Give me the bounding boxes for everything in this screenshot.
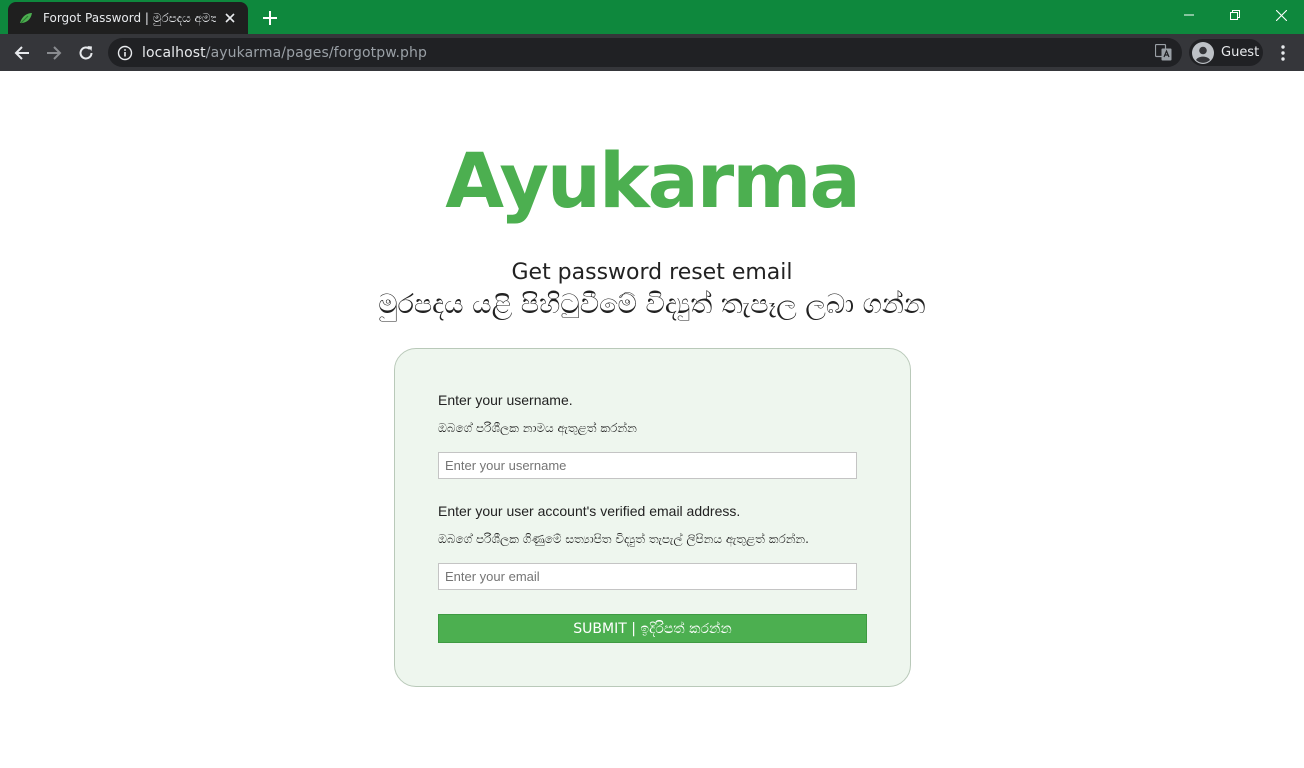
info-icon[interactable]: [108, 45, 142, 61]
username-input[interactable]: [438, 452, 857, 479]
browser-tab[interactable]: Forgot Password | මුරපදය අමතක: [8, 2, 248, 34]
browser-menu-button[interactable]: [1270, 39, 1296, 67]
restore-icon: [1230, 10, 1240, 20]
forgot-password-form: Enter your username. ඔබගේ පරිශීලක නාමය ඇ…: [394, 348, 911, 687]
minimize-button[interactable]: [1166, 0, 1212, 30]
forward-button[interactable]: [40, 39, 68, 67]
browser-toolbar: localhost/ayukarma/pages/forgotpw.php Gu…: [0, 34, 1304, 71]
reload-icon: [79, 46, 93, 60]
close-window-button[interactable]: [1258, 0, 1304, 30]
minimize-icon: [1184, 14, 1194, 16]
profile-label: Guest: [1221, 45, 1260, 60]
page-title-en: Get password reset email: [511, 260, 793, 285]
page-content: Ayukarma Get password reset email මුරපදය…: [0, 71, 1304, 768]
new-tab-button[interactable]: [258, 6, 282, 30]
more-vertical-icon: [1281, 45, 1285, 61]
ayukarma-leaf-icon: [18, 10, 34, 26]
close-tab-icon[interactable]: [222, 10, 238, 26]
email-label-en: Enter your user account's verified email…: [438, 503, 741, 519]
address-bar[interactable]: localhost/ayukarma/pages/forgotpw.php: [108, 38, 1182, 67]
restore-button[interactable]: [1212, 0, 1258, 30]
username-label-en: Enter your username.: [438, 392, 573, 408]
reload-button[interactable]: [72, 39, 100, 67]
email-label-si: ඔබගේ පරිශීලක ගිණුමේ සත්‍යාපිත විද්‍යුත් …: [438, 532, 809, 546]
profile-button[interactable]: Guest: [1189, 39, 1263, 66]
email-input[interactable]: [438, 563, 857, 590]
back-button[interactable]: [8, 39, 36, 67]
username-label-si: ඔබගේ පරිශීලක නාමය ඇතුළත් කරන්න: [438, 421, 637, 435]
plus-icon: [263, 11, 277, 25]
arrow-left-icon: [14, 46, 29, 60]
avatar-icon: [1192, 41, 1214, 64]
window-controls: [1166, 0, 1304, 30]
url-path: /ayukarma/pages/forgotpw.php: [205, 44, 427, 61]
browser-tab-bar: Forgot Password | මුරපදය අමතක: [0, 0, 1304, 34]
translate-icon[interactable]: [1154, 43, 1172, 61]
url-host: localhost: [142, 44, 206, 61]
site-logo: Ayukarma: [445, 136, 861, 225]
url-text: localhost/ayukarma/pages/forgotpw.php: [142, 45, 427, 61]
page-title-si: මුරපදය යළි පිහිටුවීමේ විද්‍යුත් තැපෑල ලබ…: [378, 289, 926, 320]
arrow-right-icon: [47, 46, 62, 60]
tab-title: Forgot Password | මුරපදය අමතක: [43, 10, 217, 25]
submit-button[interactable]: SUBMIT | ඉදිරිපත් කරන්න: [438, 614, 867, 643]
close-icon: [1275, 9, 1287, 21]
